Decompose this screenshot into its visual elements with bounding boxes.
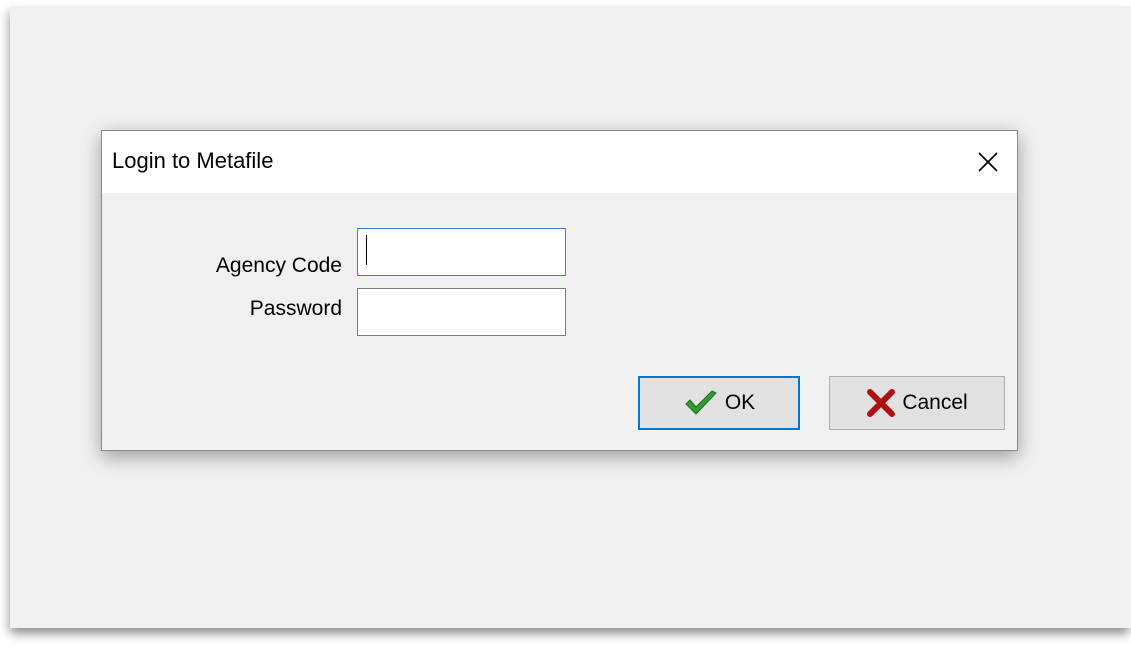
agency-code-input[interactable] [357,228,566,276]
x-icon [866,388,896,418]
ok-button[interactable]: OK [638,376,800,430]
agency-code-label: Agency Code [215,254,342,277]
login-dialog: Login to Metafile Agency Code Password O… [101,130,1018,451]
close-icon [978,152,998,172]
password-label: Password [249,297,342,320]
ok-button-label: OK [724,391,756,414]
text-caret [366,235,367,265]
checkmark-icon [683,389,719,417]
cancel-button-label: Cancel [902,391,968,414]
cancel-button[interactable]: Cancel [829,376,1005,430]
close-button[interactable] [973,147,1003,177]
dialog-titlebar: Login to Metafile [102,131,1017,193]
password-input[interactable] [357,288,566,336]
dialog-title: Login to Metafile [112,148,274,173]
